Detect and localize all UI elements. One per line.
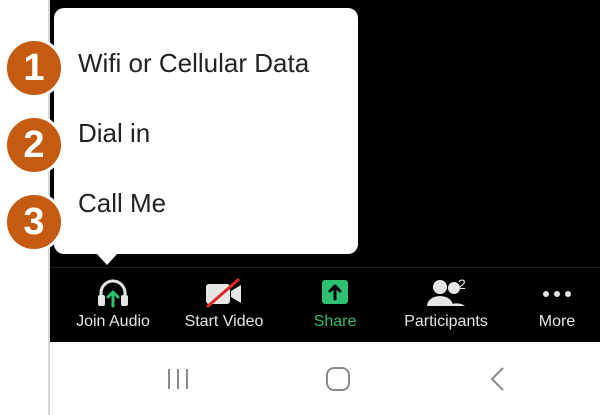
join-audio-label: Join Audio: [76, 313, 150, 330]
callout-number-2: 2: [4, 115, 64, 175]
video-camera-off-icon: [174, 278, 274, 308]
join-audio-button[interactable]: Join Audio: [60, 268, 166, 342]
more-dots-icon: [528, 278, 586, 308]
option-call-me[interactable]: Call Me: [78, 183, 348, 223]
share-label: Share: [313, 313, 357, 330]
headphones-icon: [60, 278, 166, 308]
menu-pointer: [96, 253, 118, 265]
callout-number-1: 1: [4, 38, 64, 98]
share-button[interactable]: Share: [300, 268, 370, 342]
audio-options-menu: Wifi or Cellular Data Dial in Call Me: [54, 8, 358, 254]
back-chevron-icon[interactable]: [478, 364, 518, 394]
home-icon[interactable]: [318, 364, 358, 394]
share-icon: [300, 278, 370, 308]
people-icon: 2: [390, 276, 502, 308]
participants-button[interactable]: 2 Participants: [390, 268, 502, 342]
participants-label: Participants: [404, 313, 488, 330]
option-wifi-cellular[interactable]: Wifi or Cellular Data: [78, 43, 348, 83]
more-label: More: [538, 313, 576, 330]
callout-number-3: 3: [4, 192, 64, 252]
meeting-toolbar: Join Audio Start Video Share 2 Participa…: [50, 268, 600, 342]
recent-apps-icon[interactable]: [158, 364, 198, 394]
participants-count-badge: 2: [458, 276, 466, 292]
more-button[interactable]: More: [528, 268, 586, 342]
system-navigation-bar: [50, 342, 600, 415]
start-video-button[interactable]: Start Video: [174, 268, 274, 342]
option-dial-in[interactable]: Dial in: [78, 113, 348, 153]
start-video-label: Start Video: [184, 313, 264, 330]
